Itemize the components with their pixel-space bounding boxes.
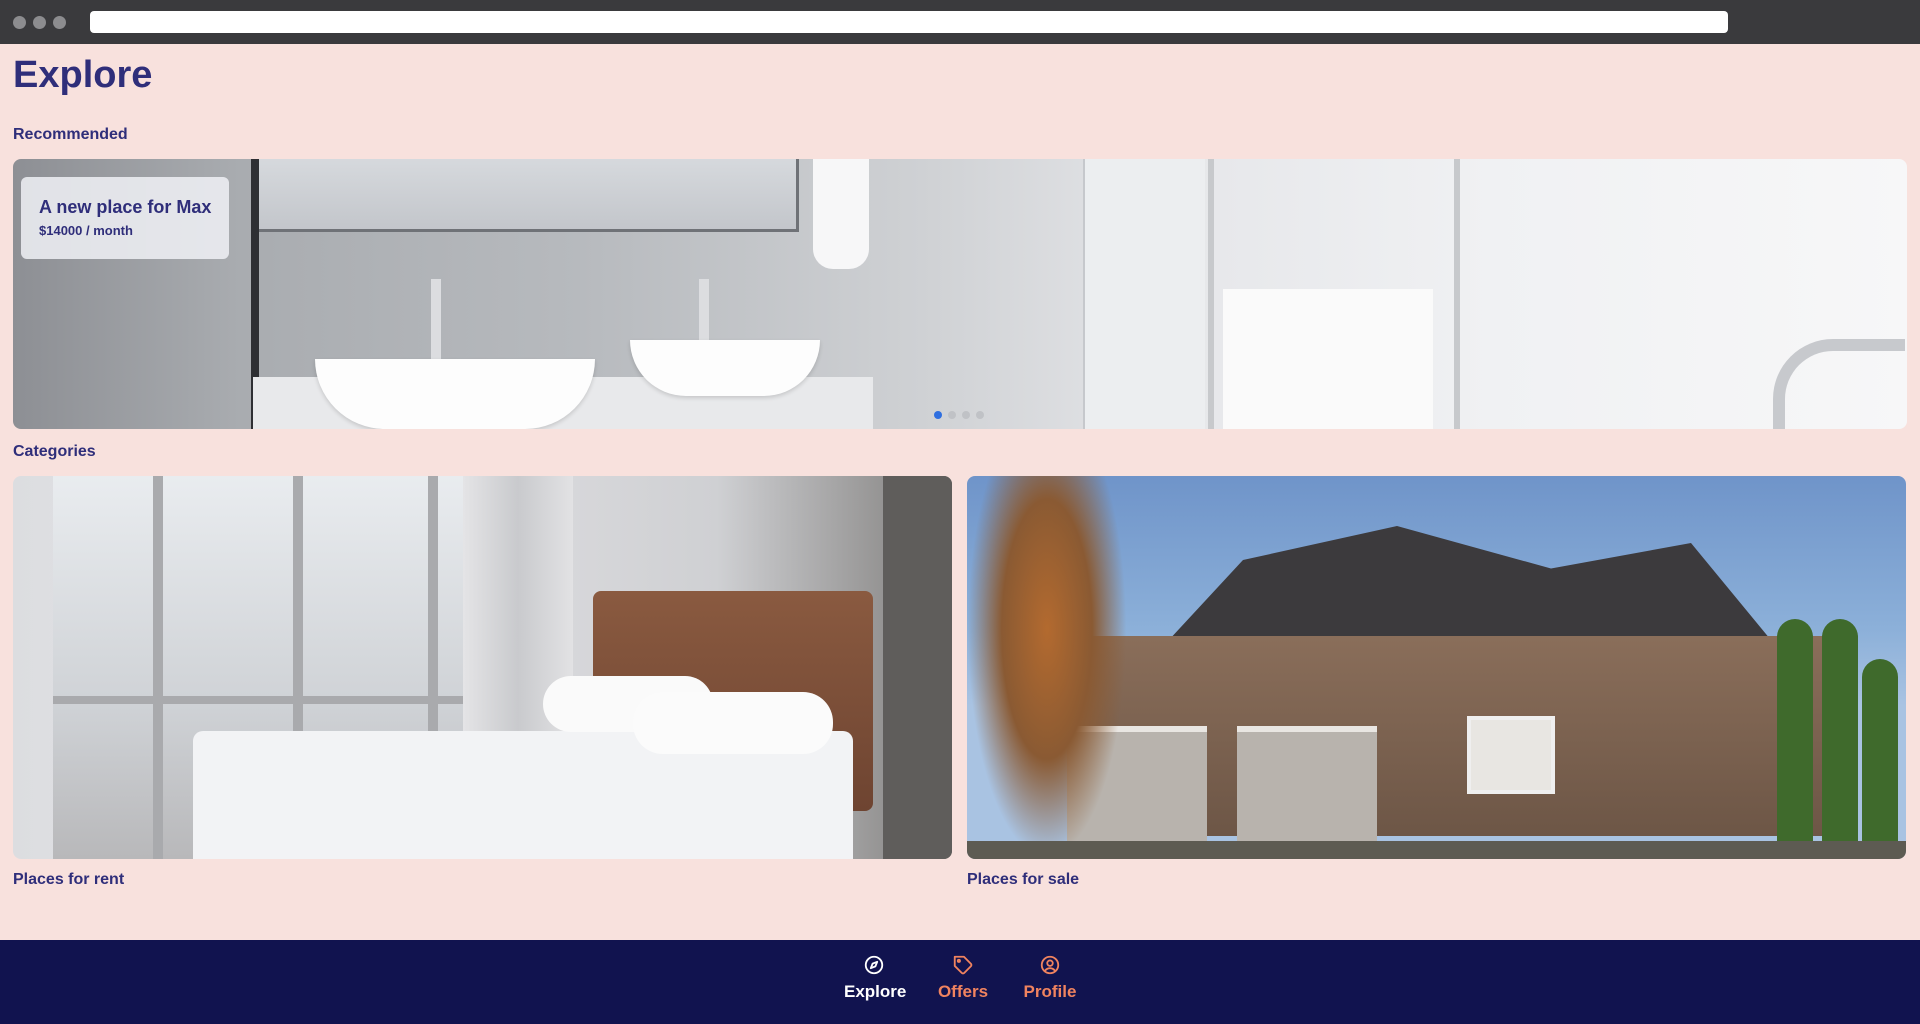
window-minimize-icon[interactable] [33,16,46,29]
category-label-rent[interactable]: Places for rent [13,871,124,889]
carousel-dot[interactable] [976,411,984,419]
recommended-heading: Recommended [13,126,128,143]
window-maximize-icon[interactable] [53,16,66,29]
address-bar[interactable] [90,11,1728,33]
nav-item-profile[interactable]: Profile [1022,954,1078,1002]
page-title: Explore [13,54,153,96]
nav-label-explore: Explore [844,982,907,1001]
carousel-dot[interactable] [934,411,942,419]
recommended-title: A new place for Max [39,197,212,217]
compass-icon [864,955,884,975]
categories-heading: Categories [13,443,96,460]
carousel-dot[interactable] [948,411,956,419]
window-close-icon[interactable] [13,16,26,29]
nav-item-explore[interactable]: Explore [844,954,907,1002]
carousel-dot[interactable] [962,411,970,419]
bottom-nav: Explore Offers Profile [0,940,1920,1024]
carousel-pagination [934,406,990,419]
category-label-sale[interactable]: Places for sale [967,871,1079,889]
nav-label-profile: Profile [1023,982,1077,1001]
user-circle-icon [1040,955,1060,975]
recommended-info-card[interactable]: A new place for Max $14000 / month [21,177,229,259]
recommended-price: $14000 / month [39,223,133,238]
browser-chrome [0,0,1920,44]
category-card-sale[interactable] [967,476,1906,859]
nav-label-offers: Offers [937,982,989,1001]
recommended-carousel[interactable]: A new place for Max $14000 / month [13,159,1907,429]
nav-item-offers[interactable]: Offers [935,954,991,1002]
tag-icon [953,955,973,975]
category-card-rent[interactable] [13,476,952,859]
